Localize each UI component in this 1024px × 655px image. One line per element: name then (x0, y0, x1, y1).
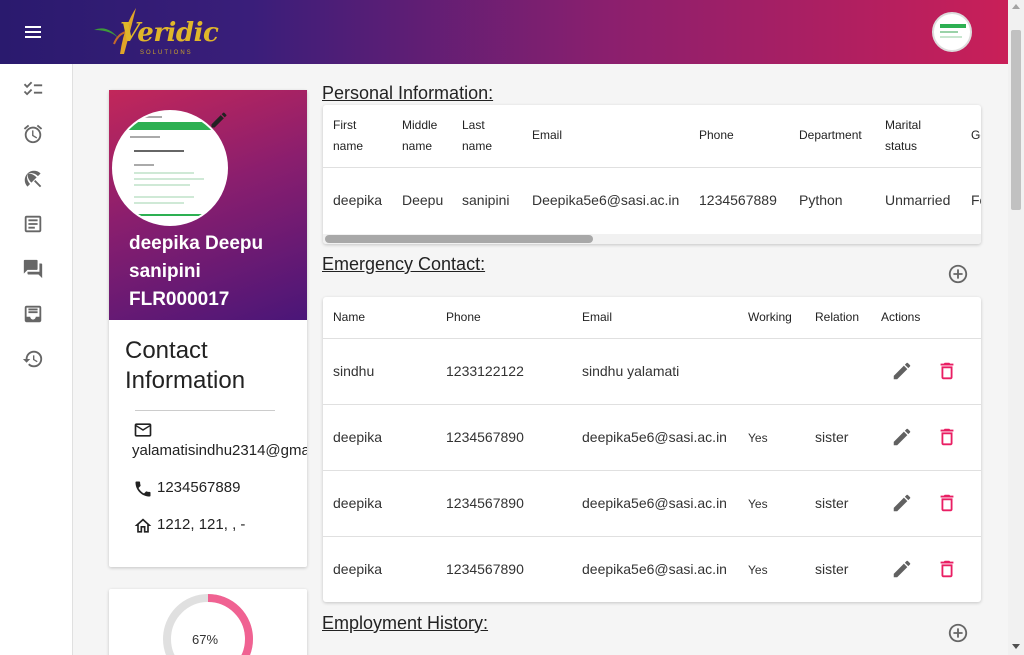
column-header: Gender (971, 128, 981, 142)
column-header: Name (333, 310, 366, 324)
column-header: Actions (881, 310, 921, 324)
scroll-thumb[interactable] (1011, 30, 1021, 210)
sidebar (0, 64, 73, 655)
page-scrollbar[interactable] (1008, 0, 1024, 655)
completion-percentage: 67% (192, 632, 219, 647)
table-scroll-thumb[interactable] (325, 235, 593, 243)
table-cell: Yes (748, 563, 768, 577)
table-cell: deepika (333, 561, 383, 577)
table-cell: 1234567889 (699, 192, 777, 208)
table-cell: Unmarried (885, 192, 951, 208)
menu-icon[interactable] (22, 20, 46, 44)
delete-icon[interactable] (936, 426, 958, 448)
inbox-icon[interactable] (22, 303, 44, 325)
table-cell: sindhu yalamati (582, 363, 680, 379)
table-cell: deepika5e6@sasi.ac.in (582, 561, 727, 577)
document-icon[interactable] (22, 213, 44, 235)
chat-icon[interactable] (22, 258, 44, 280)
emergency-contact-table: Name Phone Email Working Relation Action… (323, 297, 981, 602)
column-header: Email (532, 128, 563, 142)
table-cell: sindhu (333, 363, 375, 379)
edit-icon[interactable] (891, 426, 913, 448)
table-cell: Female (971, 192, 981, 208)
profile-header: deepika Deepu sanipini FLR000017 (109, 90, 307, 320)
column-header: Relation (815, 310, 860, 324)
edit-icon[interactable] (891, 360, 913, 382)
profile-card: deepika Deepu sanipini FLR000017 Contact… (109, 90, 307, 567)
table-cell: Yes (748, 431, 768, 445)
table-cell: Yes (748, 497, 768, 511)
delete-icon[interactable] (936, 492, 958, 514)
column-header: Working (748, 310, 792, 324)
column-header: Last name (462, 118, 493, 153)
edit-photo-pencil-icon[interactable] (209, 110, 229, 130)
table-cell: deepika (333, 192, 383, 208)
email-icon (133, 420, 153, 440)
table-horizontal-scrollbar[interactable] (323, 234, 981, 244)
table-cell: Python (799, 192, 843, 208)
table-cell: sanipini (462, 192, 510, 208)
home-icon (133, 516, 153, 536)
scroll-up-arrow-icon[interactable] (1012, 4, 1020, 9)
delete-icon[interactable] (936, 360, 958, 382)
delete-icon[interactable] (936, 558, 958, 580)
profile-completion-card: 67% (109, 589, 307, 655)
divider (135, 410, 275, 411)
table-cell: 1234567890 (446, 429, 524, 445)
column-header: Phone (446, 310, 481, 324)
personal-information-table: First name Middle name Last name Email P… (323, 105, 981, 244)
column-header: Email (582, 310, 613, 324)
table-cell: deepika (333, 429, 383, 445)
column-header: First name (333, 118, 364, 153)
table-cell: deepika5e6@sasi.ac.in (582, 429, 727, 445)
edit-icon[interactable] (891, 558, 913, 580)
table-cell: Deepu (402, 192, 444, 208)
top-app-bar: Veridic SOLUTIONS (0, 0, 1008, 64)
profile-name: deepika Deepu sanipini FLR000017 (129, 233, 264, 310)
column-header: Middle name (402, 118, 438, 153)
column-header: Phone (699, 128, 734, 142)
table-cell: 1233122122 (446, 363, 524, 379)
checklist-icon[interactable] (22, 78, 44, 100)
table-cell: 1234567890 (446, 495, 524, 511)
logo-subtext: SOLUTIONS (140, 50, 193, 56)
add-emergency-contact-icon[interactable] (947, 263, 969, 285)
user-avatar[interactable] (932, 12, 972, 52)
table-cell: sister (815, 429, 849, 445)
history-icon[interactable] (22, 348, 44, 370)
table-cell: Deepika5e6@sasi.ac.in (532, 192, 680, 208)
edit-icon[interactable] (891, 492, 913, 514)
contact-phone: 1234567889 (157, 479, 241, 496)
beach-access-icon[interactable] (22, 168, 44, 190)
table-cell: sister (815, 495, 849, 511)
table-cell: deepika (333, 495, 383, 511)
add-employment-history-icon[interactable] (947, 622, 969, 644)
logo-text: Veridic (120, 18, 219, 48)
company-logo[interactable]: Veridic SOLUTIONS (90, 4, 220, 60)
alarm-icon[interactable] (22, 123, 44, 145)
emergency-contact-heading: Emergency Contact: (322, 254, 486, 274)
column-header: Marital status (885, 118, 922, 153)
scroll-down-arrow-icon[interactable] (1012, 644, 1020, 649)
table-cell: deepika5e6@sasi.ac.in (582, 495, 727, 511)
table-cell: sister (815, 561, 849, 577)
employment-history-heading: Employment History: (322, 613, 489, 633)
contact-email: yalamatisindhu2314@gmail.com (132, 442, 307, 459)
contact-address: 1212, 121, , - (157, 516, 246, 533)
column-header: Department (799, 128, 862, 142)
personal-information-heading: Personal Information: (322, 83, 494, 103)
phone-icon (133, 479, 153, 499)
table-cell: 1234567890 (446, 561, 524, 577)
contact-information-heading: Contact Information (125, 337, 246, 394)
